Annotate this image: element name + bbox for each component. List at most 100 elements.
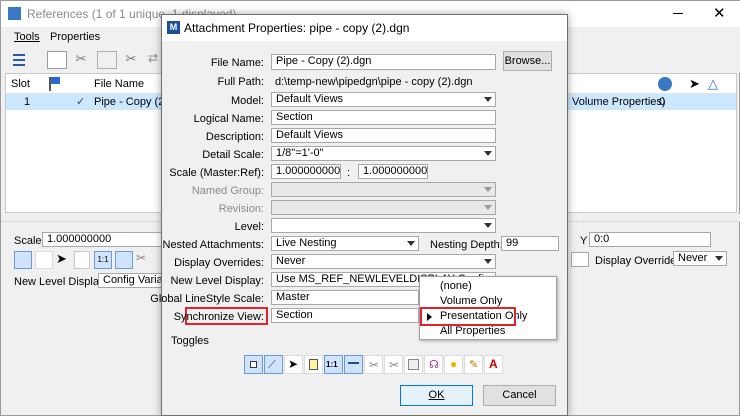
dropdown-option-none[interactable]: (none) (420, 279, 556, 294)
bg-y-field[interactable]: 0:0 (589, 232, 711, 247)
bg-toggles-row: ➤ 1:1 ✂ (14, 251, 164, 269)
bg-y-label: Y (580, 235, 588, 247)
display-toggle-icon[interactable] (244, 355, 263, 374)
detach-icon[interactable]: ✂ (71, 51, 91, 69)
dropdown-option-all-properties[interactable]: All Properties (420, 324, 556, 339)
copy-toggle-icon[interactable] (304, 355, 323, 374)
menu-tools[interactable]: Tools (14, 31, 40, 43)
toggles-row: ⟋ ➤ 1:1 ✂ ✂ ☊ ● ✎ A (244, 355, 503, 374)
text-color-icon[interactable]: A (484, 355, 503, 374)
model-combo[interactable]: Default Views (271, 92, 496, 107)
tools-icon[interactable]: ✎ (464, 355, 483, 374)
full-path-label: Full Path: (217, 76, 264, 88)
sync-view-label: Synchronize View: (173, 311, 264, 323)
detail-scale-value: 1/8"=1'-0" (276, 147, 324, 159)
logical-name-label: Logical Name: (193, 113, 264, 125)
full-path-value: d:\temp-new\pipedgn\pipe - copy (2).dgn (275, 76, 473, 88)
chevron-down-icon (484, 187, 492, 192)
file-name-field[interactable]: Pipe - Copy (2).dgn (271, 54, 496, 70)
ok-label: OK (428, 389, 445, 401)
globe-icon (658, 77, 672, 91)
grid-toggle-icon[interactable] (404, 355, 423, 374)
revision-combo (271, 200, 496, 215)
model-value: Default Views (276, 93, 344, 105)
true-scale-icon[interactable]: 1:1 (94, 251, 112, 269)
minimize-icon[interactable] (673, 13, 683, 14)
nesting-depth-field[interactable]: 99 (501, 236, 559, 251)
display-overrides-combo[interactable]: Never (271, 254, 496, 269)
description-field[interactable]: Default Views (271, 128, 496, 143)
dialog-title-bar: M Attachment Properties: pipe - copy (2)… (162, 15, 567, 41)
treat-as-element-icon[interactable]: ☊ (424, 355, 443, 374)
cursor-icon: ➤ (689, 76, 700, 91)
column-file-name[interactable]: File Name (94, 78, 144, 90)
chevron-down-icon (484, 259, 492, 264)
logical-name-field[interactable]: Section (271, 110, 496, 125)
true-scale-toggle-icon[interactable]: 1:1 (324, 355, 343, 374)
browse-button[interactable]: Browse... (503, 51, 552, 71)
model-label: Model: (230, 95, 264, 107)
list-menu-icon[interactable] (11, 51, 31, 69)
flag-icon-banner (51, 77, 60, 84)
description-label: Description: (205, 131, 264, 143)
locate-toggle-icon[interactable]: ➤ (284, 355, 303, 374)
chevron-down-icon (407, 241, 415, 246)
copy-icon[interactable] (74, 251, 90, 269)
cancel-button[interactable]: Cancel (483, 385, 556, 406)
scale-label: Scale (Master:Ref): (169, 167, 264, 179)
bg-display-overrides-label: Display Overrides: (595, 255, 685, 267)
row-right-num: 0 (659, 96, 666, 108)
detail-scale-combo[interactable]: 1/8"=1'-0" (271, 146, 496, 161)
new-level-display-label: New Level Display: (170, 275, 264, 287)
linestyle-scale-label: Global LineStyle Scale: (150, 293, 264, 305)
clip-mask-toggle-icon[interactable]: ✂ (384, 355, 403, 374)
reload-icon[interactable] (97, 51, 117, 69)
chevron-down-icon (484, 97, 492, 102)
nested-attachments-label: Nested Attachments: (162, 239, 265, 251)
nested-attachments-value: Live Nesting (276, 237, 337, 249)
exchange-icon[interactable]: ✂ (121, 51, 141, 69)
lightbulb-icon[interactable]: ● (444, 355, 463, 374)
sync-view-combo[interactable]: Section (271, 308, 419, 323)
close-icon[interactable]: ✕ (713, 4, 726, 22)
chevron-down-icon (484, 151, 492, 156)
attach-icon[interactable] (47, 51, 67, 69)
linestyle-scale-combo[interactable]: Master (271, 290, 419, 305)
row-right-text: Volume Properties) (572, 96, 666, 108)
level-label: Level: (234, 221, 264, 233)
snap-icon[interactable] (35, 251, 53, 269)
bg-scale-field[interactable]: 1.000000000 (42, 232, 164, 247)
named-group-combo (271, 182, 496, 197)
nested-attachments-combo[interactable]: Live Nesting (271, 236, 419, 251)
levels-icon[interactable] (115, 251, 133, 269)
row-check: ✓ (76, 96, 86, 108)
bg-new-level-label: New Level Display: (14, 276, 108, 288)
clip-icon[interactable]: ✂ (136, 251, 146, 265)
shapes-icon: △ (708, 76, 718, 91)
locate-icon[interactable]: ➤ (56, 251, 67, 267)
bg-display-overrides-combo[interactable]: Never (673, 251, 727, 266)
row-slot: 1 (24, 96, 31, 108)
levels-toggle-icon[interactable] (344, 355, 363, 374)
scale-ref-field[interactable]: 1.000000000 (358, 164, 428, 179)
sync-view-value: Section (276, 309, 313, 321)
level-combo[interactable] (271, 218, 496, 233)
bg-new-level-field[interactable]: Config Variable (98, 273, 164, 288)
snap-toggle-icon[interactable]: ⟋ (264, 355, 283, 374)
menu-properties[interactable]: Properties (50, 31, 100, 43)
move-icon[interactable]: ⇄ (143, 51, 163, 69)
ok-button[interactable]: OK (400, 385, 473, 406)
chevron-down-icon (484, 223, 492, 228)
named-group-label: Named Group: (191, 185, 264, 197)
revision-label: Revision: (218, 203, 264, 215)
scale-master-field[interactable]: 1.000000000 (271, 164, 341, 179)
display-icon[interactable] (14, 251, 32, 269)
bg-display-overrides-value: Never (678, 252, 708, 264)
bg-misc-field[interactable] (571, 252, 589, 267)
bg-scale-label: Scale (14, 235, 42, 247)
app-icon (8, 7, 21, 20)
column-slot[interactable]: Slot (11, 78, 30, 90)
dialog-title: Attachment Properties: pipe - copy (2).d… (184, 21, 410, 35)
clip-toggle-icon[interactable]: ✂ (364, 355, 383, 374)
display-overrides-value: Never (276, 255, 306, 267)
